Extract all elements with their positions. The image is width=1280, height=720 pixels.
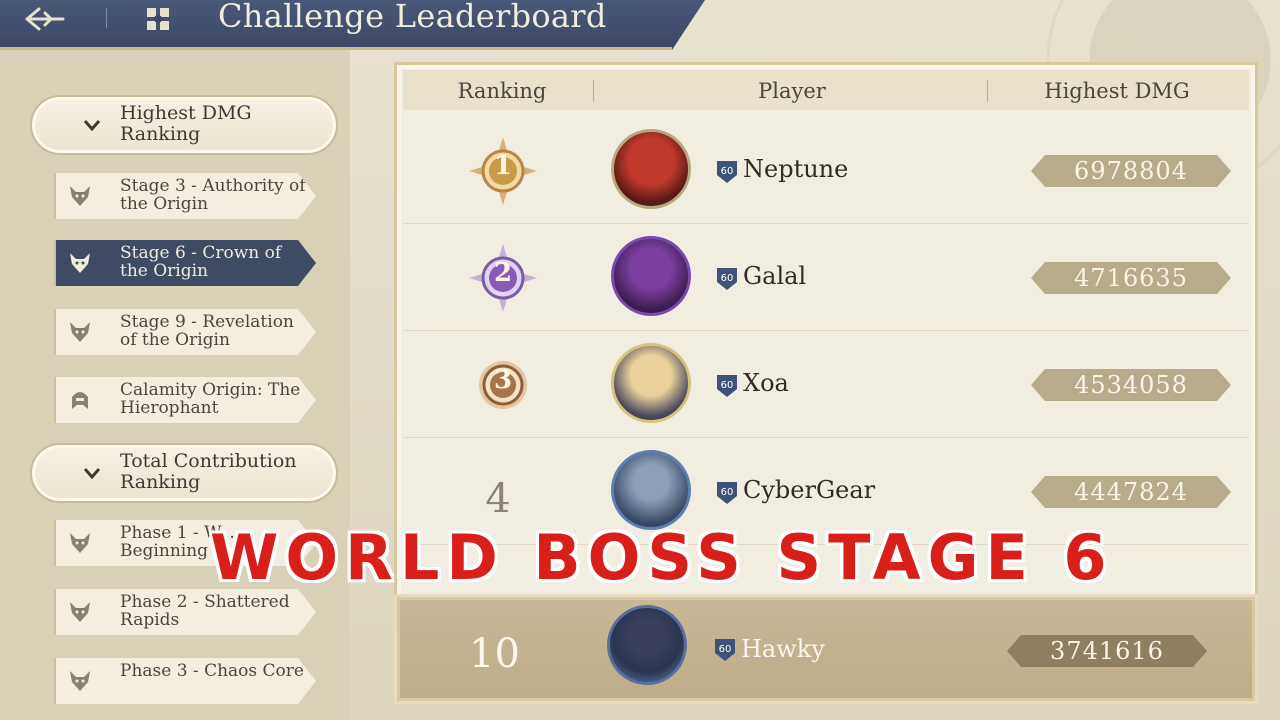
- avatar[interactable]: [611, 129, 691, 209]
- table-row[interactable]: 1 60 Neptune 6978804: [403, 117, 1249, 224]
- svg-text:60: 60: [721, 273, 734, 284]
- sidebar-item-label: Calamity Origin: The Hierophant: [120, 380, 301, 418]
- sidebar-item-phase-3[interactable]: Phase 3 - Chaos Core: [54, 658, 316, 704]
- my-damage-value: 3741616: [1007, 635, 1207, 667]
- header-divider: [106, 8, 107, 28]
- helmet-icon: [72, 392, 88, 409]
- wolf-icon: [70, 671, 90, 691]
- home-button[interactable]: [140, 2, 176, 36]
- overlay-caption: WORLD BOSS STAGE 6: [210, 521, 1114, 594]
- sidebar-item-label: Phase 3 - Chaos Core: [120, 661, 304, 681]
- sidebar-item-stage-9[interactable]: Stage 9 - Revelation of the Origin: [54, 309, 316, 355]
- wolf-icon: [70, 602, 90, 622]
- category-label: Highest DMG Ranking: [120, 102, 252, 145]
- wolf-icon: [70, 253, 90, 273]
- svg-text:60: 60: [721, 487, 734, 498]
- back-button[interactable]: [18, 2, 72, 36]
- damage-value: 6978804: [1031, 155, 1231, 187]
- sidebar-item-label: Stage 3 - Authority of the Origin: [120, 176, 306, 214]
- avatar[interactable]: [611, 343, 691, 423]
- svg-text:60: 60: [719, 644, 732, 655]
- level-shield-icon: 60: [715, 639, 735, 661]
- rank-number: 2: [493, 258, 513, 288]
- sidebar-item-stage-6[interactable]: Stage 6 - Crown of the Origin: [54, 240, 316, 286]
- table-row[interactable]: 2 60 Galal 4716635: [403, 224, 1249, 331]
- level-shield-icon: 60: [717, 482, 737, 504]
- player-name: CyberGear: [743, 476, 876, 504]
- header-divider: [593, 80, 594, 102]
- level-shield-icon: 60: [717, 161, 737, 183]
- level-shield-icon: 60: [717, 268, 737, 290]
- player-name: Galal: [743, 262, 807, 290]
- avatar[interactable]: [607, 605, 687, 685]
- header-divider: [987, 80, 988, 102]
- svg-text:60: 60: [721, 380, 734, 391]
- chevron-down-icon: [83, 120, 101, 132]
- my-player-name: Hawky: [741, 635, 825, 663]
- page-title: Challenge Leaderboard: [218, 0, 607, 35]
- rank-number: 3: [493, 365, 513, 395]
- wolf-icon: [70, 322, 90, 342]
- sidebar-item-label: Phase 2 - Shattered Rapids: [120, 592, 290, 630]
- my-rank-number: 10: [469, 631, 520, 677]
- sidebar-item-label: Stage 9 - Revelation of the Origin: [120, 312, 294, 350]
- column-header-ranking: Ranking: [457, 79, 547, 103]
- rank-number: 4: [485, 476, 511, 522]
- damage-value: 4716635: [1031, 262, 1231, 294]
- damage-value: 4534058: [1031, 369, 1231, 401]
- damage-value: 4447824: [1031, 476, 1231, 508]
- top-header: Challenge Leaderboard: [0, 0, 705, 50]
- category-total-contribution[interactable]: Total Contribution Ranking: [30, 443, 338, 503]
- home-icon: [147, 8, 169, 30]
- svg-text:60: 60: [721, 166, 734, 177]
- wolf-icon: [70, 186, 90, 206]
- rank-number: 1: [493, 151, 513, 181]
- back-arrow-icon: [25, 7, 65, 31]
- category-highest-dmg[interactable]: Highest DMG Ranking: [30, 95, 338, 155]
- sidebar-item-calamity-origin[interactable]: Calamity Origin: The Hierophant: [54, 377, 316, 423]
- category-label: Total Contribution Ranking: [120, 450, 297, 493]
- player-name: Xoa: [743, 369, 789, 397]
- wolf-icon: [70, 533, 90, 553]
- player-name: Neptune: [743, 155, 849, 183]
- avatar[interactable]: [611, 236, 691, 316]
- sidebar-item-stage-3[interactable]: Stage 3 - Authority of the Origin: [54, 173, 316, 219]
- table-row[interactable]: 3 60 Xoa 4534058: [403, 331, 1249, 438]
- column-header-highest-dmg: Highest DMG: [1044, 79, 1190, 103]
- column-header-player: Player: [758, 79, 826, 103]
- sidebar-item-label: Stage 6 - Crown of the Origin: [120, 243, 282, 281]
- chevron-down-icon: [83, 468, 101, 480]
- my-rank-row[interactable]: 10 60 Hawky 3741616: [394, 594, 1258, 704]
- level-shield-icon: 60: [717, 375, 737, 397]
